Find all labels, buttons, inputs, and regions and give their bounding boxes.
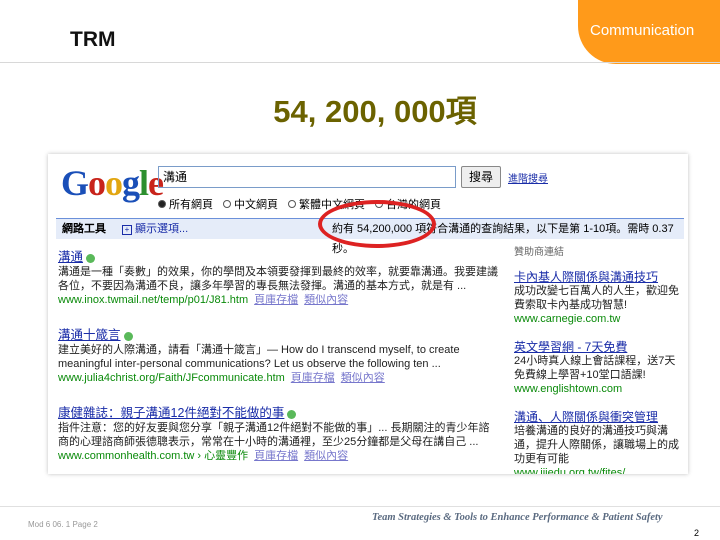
cache-link[interactable]: 頁庫存檔: [291, 372, 335, 384]
check-icon: [123, 331, 133, 341]
communication-tab: Communication: [578, 0, 720, 64]
ad-url: www.carnegie.com.tw: [514, 313, 621, 325]
communication-tab-label: Communication: [590, 22, 695, 39]
section-title: TRM: [70, 28, 116, 51]
radio-chinese-pages[interactable]: 中文網頁: [223, 196, 278, 212]
ad-description: 24小時真人線上會話課程，送7天免費線上學習+10堂口語課!: [514, 355, 676, 381]
ad-item: 英文學習網 - 7天免費 24小時真人線上會話課程，送7天免費線上學習+10堂口…: [514, 340, 684, 396]
result-snippet: 指件注意：您的好友要與您分享「親子溝通12件絕對不能做的事」... 長期關注的青…: [58, 422, 490, 448]
footer-tagline: Team Strategies & Tools to Enhance Perfo…: [372, 512, 663, 523]
ad-url: www.iiiedu.org.tw/fites/: [514, 467, 626, 474]
radio-unselected-icon: [288, 200, 296, 208]
ad-url: www.englishtown.com: [514, 383, 623, 395]
ad-title-link[interactable]: 英文學習網 - 7天免費: [514, 340, 684, 354]
cache-link[interactable]: 頁庫存檔: [254, 294, 298, 306]
similar-link[interactable]: 類似內容: [304, 450, 348, 462]
ad-item: 溝通、人際關係與衝突管理 培養溝通的良好的溝通技巧與溝通，提升人際關係，讓職場上…: [514, 410, 684, 474]
similar-link[interactable]: 類似內容: [304, 294, 348, 306]
ad-description: 培養溝通的良好的溝通技巧與溝通，提升人際關係，讓職場上的成功更有可能: [514, 425, 679, 465]
search-button[interactable]: 搜尋: [461, 166, 501, 188]
sponsored-header: 贊助商連結: [514, 247, 564, 258]
plus-icon: +: [122, 225, 132, 235]
footer-divider: [0, 506, 720, 507]
module-page-label: Mod 6 06. 1 Page 2: [28, 520, 98, 529]
highlight-circle: [318, 200, 436, 248]
radio-all-pages[interactable]: 所有網頁: [158, 196, 213, 212]
google-search-screenshot: Google 溝通 搜尋 進階搜尋 所有網頁 中文網頁 繁體中文網頁 台灣的網頁…: [48, 154, 688, 474]
check-icon: [287, 409, 297, 419]
web-tools-label: 網路工具: [62, 223, 106, 235]
ad-item: 卡內基人際關係與溝通技巧 成功改變七百萬人的人生，歡迎免費索取卡內基成功智慧! …: [514, 270, 684, 326]
result-snippet: 溝通是一種「奏數」的效果，你的學問及本領要發揮到最終的效率，就要靠溝通。我要建議…: [58, 266, 498, 292]
search-input[interactable]: 溝通: [158, 166, 456, 188]
ad-title-link[interactable]: 卡內基人際關係與溝通技巧: [514, 270, 684, 284]
sponsored-links: 贊助商連結 卡內基人際關係與溝通技巧 成功改變七百萬人的人生，歡迎免費索取卡內基…: [514, 246, 684, 474]
radio-unselected-icon: [223, 200, 231, 208]
similar-link[interactable]: 類似內容: [341, 372, 385, 384]
result-url: www.commonhealth.com.tw › 心靈豐作: [58, 450, 249, 462]
result-title-link[interactable]: 溝通十箴言: [58, 328, 121, 342]
result-count-headline: 54, 200, 000項: [273, 94, 477, 129]
show-options-label: 顯示選項...: [135, 223, 189, 235]
header-divider: [0, 62, 720, 63]
google-logo[interactable]: Google: [61, 162, 164, 204]
radio-selected-icon: [158, 200, 166, 208]
search-result: 溝通 溝通是一種「奏數」的效果，你的學問及本領要發揮到最終的效率，就要靠溝通。我…: [58, 250, 498, 307]
result-title-link[interactable]: 溝通: [58, 250, 83, 264]
search-result: 康健雜誌：親子溝通12件絕對不能做的事 指件注意：您的好友要與您分享「親子溝通1…: [58, 406, 498, 463]
radio-label: 中文網頁: [234, 199, 278, 211]
show-options-link[interactable]: + 顯示選項...: [122, 219, 188, 239]
ad-title-link[interactable]: 溝通、人際關係與衝突管理: [514, 410, 684, 424]
search-result: 溝通十箴言 建立美好的人際溝通，請看「溝通十箴言」— How do I tran…: [58, 328, 498, 385]
result-url: www.julia4christ.org/Faith/JFcommunicate…: [58, 372, 285, 384]
result-snippet: 建立美好的人際溝通，請看「溝通十箴言」— How do I transcend …: [58, 344, 460, 370]
result-url: www.inox.twmail.net/temp/p01/J81.htm: [58, 294, 249, 306]
radio-label: 所有網頁: [169, 199, 213, 211]
result-title-link[interactable]: 康健雜誌：親子溝通12件絕對不能做的事: [58, 406, 284, 420]
page-number: 2: [694, 528, 700, 538]
cache-link[interactable]: 頁庫存檔: [254, 450, 298, 462]
ad-description: 成功改變七百萬人的人生，歡迎免費索取卡內基成功智慧!: [514, 285, 679, 311]
advanced-search-link[interactable]: 進階搜尋: [508, 170, 548, 185]
check-icon: [86, 253, 96, 263]
